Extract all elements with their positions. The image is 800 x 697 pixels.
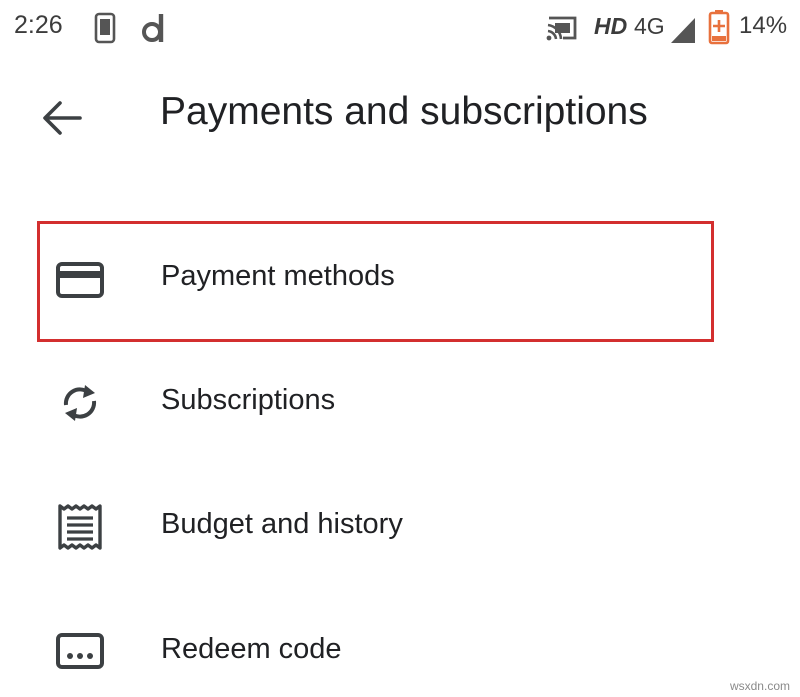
credit-card-icon: [56, 262, 104, 298]
back-button[interactable]: [36, 92, 88, 144]
menu-item-label: Budget and history: [161, 508, 403, 540]
d-app-icon: [142, 14, 164, 42]
page-title: Payments and subscriptions: [160, 90, 648, 133]
menu-item-label: Redeem code: [161, 633, 342, 665]
menu-item-label: Subscriptions: [161, 384, 336, 416]
menu-item-subscriptions[interactable]: Subscriptions: [0, 358, 800, 448]
receipt-icon: [58, 504, 102, 550]
network-badge: HD: [594, 13, 628, 39]
menu-item-payment-methods[interactable]: Payment methods: [0, 234, 800, 324]
signal-icon: [671, 18, 695, 43]
cast-icon: [546, 16, 577, 41]
watermark: wsxdn.com: [729, 679, 790, 693]
status-time: 2:26: [14, 11, 63, 39]
battery-charging-icon: [708, 10, 730, 45]
menu-item-label: Payment methods: [161, 260, 395, 292]
status-bar: 2:26 HD 4G 14%: [0, 0, 800, 56]
battery-percent: 14%: [739, 12, 788, 39]
phone-notification-icon: [94, 12, 116, 44]
sync-icon: [63, 385, 97, 421]
redeem-code-icon: [56, 633, 104, 669]
network-type: 4G: [634, 13, 665, 39]
menu-item-budget-and-history[interactable]: Budget and history: [0, 482, 800, 572]
arrow-back-icon: [43, 101, 82, 135]
menu-item-redeem-code[interactable]: Redeem code: [0, 607, 800, 697]
